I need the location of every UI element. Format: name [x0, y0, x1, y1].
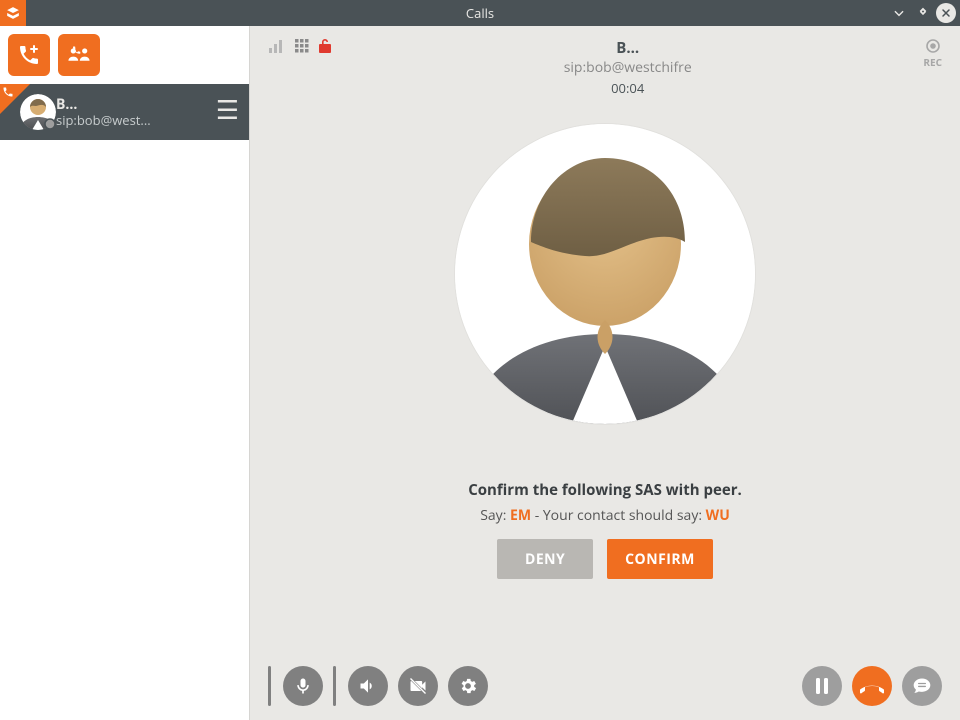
- separator: [268, 666, 271, 706]
- mute-mic-button[interactable]: [283, 666, 323, 706]
- signal-icon: [268, 38, 286, 54]
- contact-avatar-small: [20, 94, 56, 130]
- sidebar: B... sip:bob@west... ☰: [0, 26, 250, 720]
- camera-off-button[interactable]: [398, 666, 438, 706]
- call-row-menu-button[interactable]: ☰: [216, 96, 239, 122]
- sas-deny-button[interactable]: DENY: [497, 539, 593, 579]
- app-logo: [0, 0, 26, 26]
- sas-peer-label: Your contact should say:: [543, 506, 702, 525]
- sas-separator: -: [535, 506, 543, 525]
- sas-instruction: Confirm the following SAS with peer.: [250, 480, 960, 500]
- call-duration: 00:04: [332, 79, 923, 97]
- sas-confirm-button[interactable]: CONFIRM: [607, 539, 713, 579]
- maximize-button[interactable]: [912, 2, 934, 24]
- separator: [333, 666, 336, 706]
- sas-say-value: EM: [510, 506, 531, 525]
- call-panel: B... sip:bob@westchifre 00:04 REC: [250, 26, 960, 720]
- sas-peer-value: WU: [706, 506, 730, 525]
- chat-button[interactable]: [902, 666, 942, 706]
- unlocked-icon: [318, 38, 332, 54]
- contact-avatar-large: [455, 124, 755, 424]
- hold-button[interactable]: [802, 666, 842, 706]
- call-controls: [250, 666, 960, 706]
- sas-panel: Confirm the following SAS with peer. Say…: [250, 480, 960, 579]
- call-uri: sip:bob@westchifre: [332, 58, 923, 77]
- phone-icon: [2, 86, 14, 98]
- call-header: B... sip:bob@westchifre 00:04 REC: [250, 26, 960, 84]
- record-button[interactable]: REC: [923, 38, 942, 69]
- record-label: REC: [923, 55, 942, 69]
- minimize-button[interactable]: [888, 2, 910, 24]
- sidebar-actions: [0, 26, 249, 84]
- titlebar: Calls: [0, 0, 960, 26]
- dialpad-icon[interactable]: [294, 38, 310, 54]
- sas-values: Say: EM - Your contact should say: WU: [250, 506, 960, 525]
- active-call-row[interactable]: B... sip:bob@west... ☰: [0, 84, 249, 140]
- speaker-button[interactable]: [348, 666, 388, 706]
- close-button[interactable]: [936, 3, 956, 23]
- app-body: B... sip:bob@west... ☰ B... sip:bo: [0, 26, 960, 720]
- hangup-button[interactable]: [852, 666, 892, 706]
- contact-uri: sip:bob@west...: [56, 113, 151, 128]
- new-call-button[interactable]: [8, 34, 50, 76]
- window-title: Calls: [0, 4, 960, 22]
- new-conference-button[interactable]: [58, 34, 100, 76]
- call-settings-button[interactable]: [448, 666, 488, 706]
- call-display-name: B...: [332, 38, 923, 58]
- sas-say-label: Say:: [480, 506, 506, 525]
